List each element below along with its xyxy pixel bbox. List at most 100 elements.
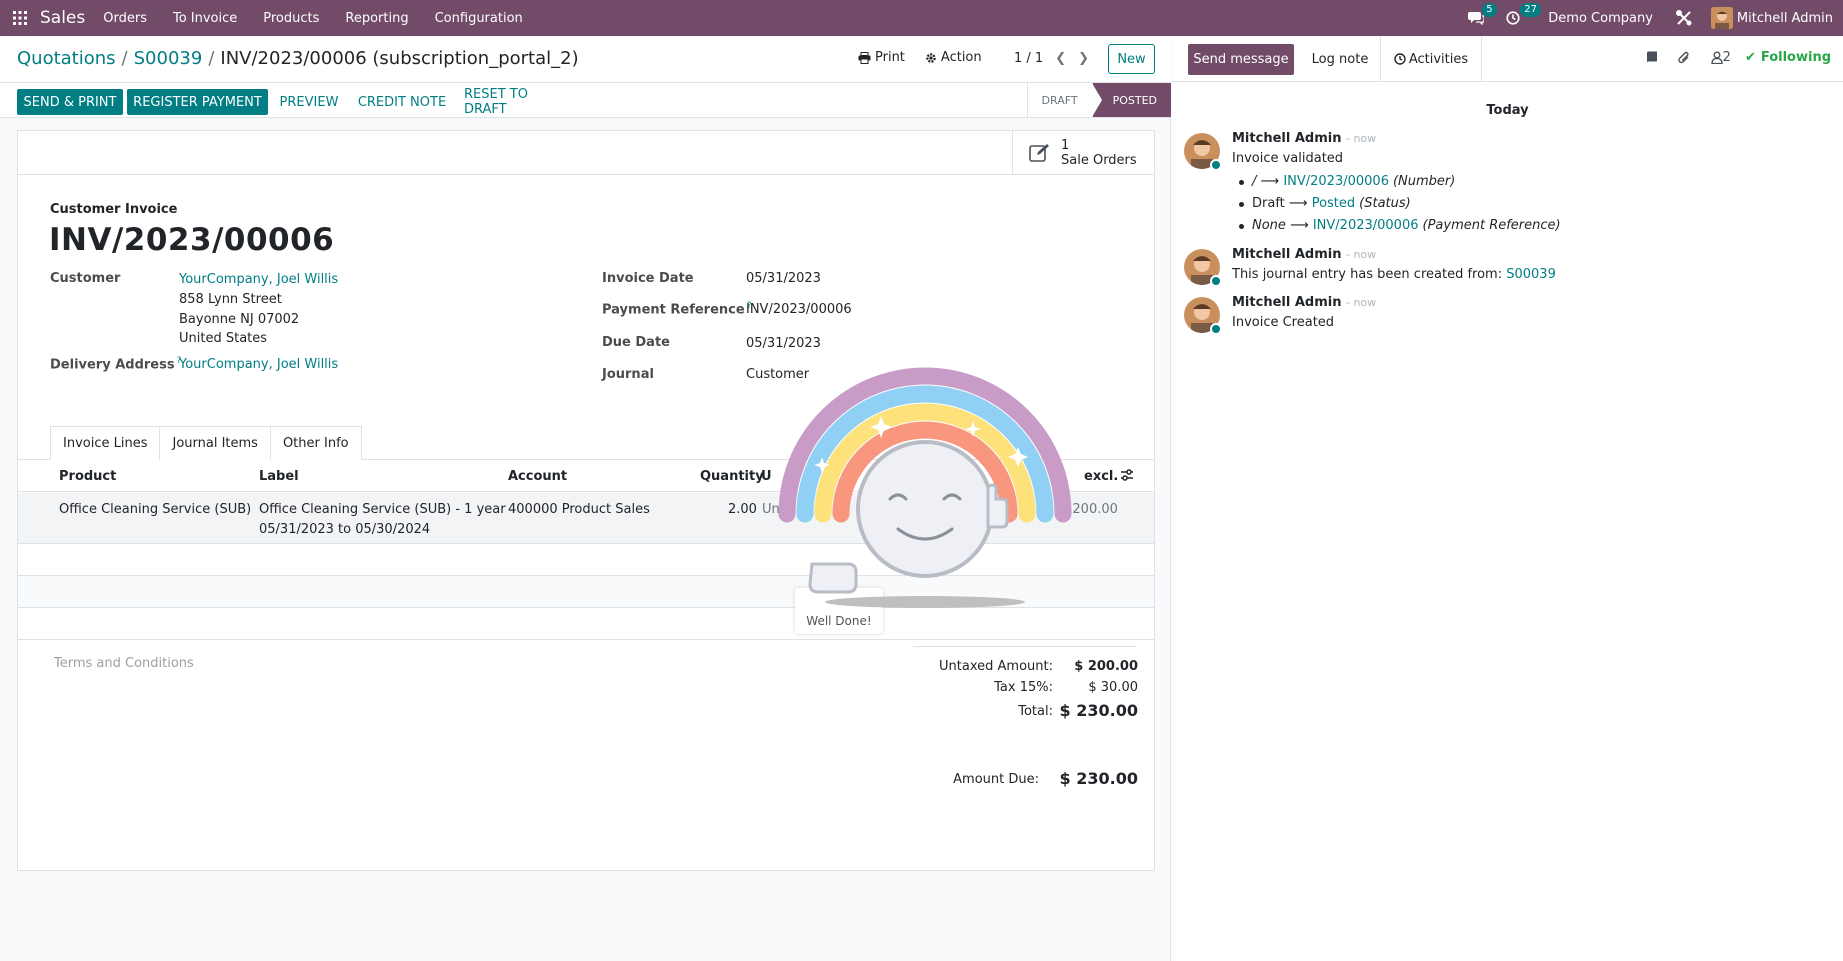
followers-count: 2 [1722, 50, 1731, 65]
breadcrumb: Quotations / S00039/INV/2023/00006 (subscr… [17, 48, 579, 69]
message-time: - now [1345, 296, 1377, 309]
column-subtotal[interactable]: excl. [1084, 469, 1118, 484]
rainbow-man-illustration [770, 359, 1080, 609]
sale-orders-label: Sale Orders [1061, 153, 1137, 168]
apps-menu-icon[interactable] [0, 0, 40, 36]
payment-reference-value[interactable]: INV/2023/00006 [746, 302, 852, 317]
due-date-label: Due Date [602, 335, 670, 350]
menu-to-invoice[interactable]: To Invoice [173, 11, 237, 26]
following-button[interactable]: ✔ Following [1745, 50, 1831, 65]
column-quantity[interactable]: Quantity [700, 469, 764, 484]
tab-invoice-lines[interactable]: Invoice Lines [50, 426, 161, 460]
message-author[interactable]: Mitchell Admin - now [1232, 131, 1376, 146]
action-label: Action [940, 50, 982, 65]
send-print-button[interactable]: SEND & PRINT [17, 89, 123, 115]
total-label: Total: [1018, 704, 1053, 719]
chatter-message: Mitchell Admin - now Invoice validated /… [1184, 131, 1824, 233]
user-icon [1711, 51, 1723, 64]
clock-icon [1506, 11, 1520, 25]
online-status-icon [1210, 159, 1222, 171]
address-line-3: United States [179, 331, 268, 346]
address-line-2: Bayonne NJ 07002 [179, 312, 300, 327]
pager-value[interactable]: 1 / 1 [1014, 51, 1043, 66]
tab-journal-items[interactable]: Journal Items [159, 426, 271, 460]
column-product[interactable]: Product [59, 469, 116, 484]
reset-to-draft-button[interactable]: RESET TO DRAFT [464, 87, 571, 117]
book-icon[interactable] [1646, 51, 1658, 64]
customer-link[interactable]: YourCompany, Joel Willis [179, 272, 338, 287]
document-type: Customer Invoice [50, 202, 178, 217]
print-button[interactable]: Print [858, 50, 905, 65]
breadcrumb-quotations[interactable]: Quotations [17, 48, 116, 69]
delivery-address-link[interactable]: YourCompany, Joel Willis [179, 357, 338, 372]
line-label-1: Office Cleaning Service (SUB) - 1 year [259, 502, 506, 517]
menu-reporting[interactable]: Reporting [345, 11, 408, 26]
activity-menu[interactable]: 27 [1506, 3, 1542, 25]
tax-value: $ 30.00 [1088, 680, 1138, 695]
company-switcher[interactable]: Demo Company [1548, 11, 1653, 26]
new-button[interactable]: New [1108, 44, 1155, 74]
user-name: Mitchell Admin [1736, 10, 1833, 26]
state-draft[interactable]: DRAFT [1026, 83, 1092, 117]
statusbar: SEND & PRINT REGISTER PAYMENT PREVIEW CR… [0, 82, 1171, 118]
chevron-right-icon[interactable]: ❯ [1078, 51, 1089, 66]
empty-row [18, 608, 1154, 640]
customer-label: Customer [50, 271, 121, 286]
breadcrumb-order[interactable]: S00039 [134, 48, 203, 69]
tracking-list: / ⟶ INV/2023/00006 (Number) Draft ⟶ Poste… [1232, 171, 1812, 237]
optional-columns-icon[interactable] [1120, 468, 1134, 486]
messaging-menu[interactable]: 5 [1468, 3, 1497, 25]
user-menu[interactable]: Mitchell Admin [1710, 7, 1833, 29]
tracking-item: / ⟶ INV/2023/00006 (Number) [1232, 171, 1812, 193]
terms-and-conditions-field[interactable]: Terms and Conditions [54, 656, 194, 671]
state-posted: POSTED [1091, 83, 1171, 117]
check-icon: ✔ [1744, 50, 1756, 65]
pager: 1 / 1 ❮ ❯ [1014, 51, 1089, 66]
message-time: - now [1345, 132, 1377, 145]
register-payment-button[interactable]: REGISTER PAYMENT [127, 89, 268, 115]
menu-products[interactable]: Products [263, 11, 319, 26]
followers-button[interactable]: 2 [1711, 50, 1731, 65]
line-product: Office Cleaning Service (SUB) [59, 502, 252, 517]
top-navbar: Sales Orders To Invoice Products Reporti… [0, 0, 1843, 36]
line-label-2: 05/31/2023 to 05/30/2024 [259, 522, 431, 537]
totals-divider [913, 646, 1136, 647]
menu-orders[interactable]: Orders [103, 11, 147, 26]
button-box: 1 Sale Orders [18, 131, 1154, 175]
message-time: - now [1345, 248, 1377, 261]
message-author[interactable]: Mitchell Admin - now [1232, 295, 1376, 310]
debug-tools-icon[interactable] [1675, 9, 1693, 27]
column-label[interactable]: Label [259, 469, 299, 484]
send-message-button[interactable]: Send message [1188, 44, 1294, 75]
chatter-panel: Send message Log note Activities 2 ✔ Fol… [1172, 36, 1843, 961]
app-name[interactable]: Sales [40, 8, 85, 28]
activities-button[interactable]: Activities [1380, 36, 1482, 82]
edit-icon [1029, 144, 1049, 162]
chevron-left-icon[interactable]: ❮ [1055, 51, 1066, 66]
sale-orders-count: 1 [1061, 138, 1070, 153]
control-panel: Quotations / S00039/INV/2023/00006 (subscr… [0, 36, 1171, 82]
credit-note-button[interactable]: CREDIT NOTE [357, 89, 447, 115]
online-status-icon [1210, 323, 1222, 335]
invoice-number: INV/2023/00006 [49, 222, 335, 258]
user-avatar [1710, 7, 1733, 29]
preview-button[interactable]: PREVIEW [278, 89, 340, 115]
source-order-link[interactable]: S00039 [1506, 267, 1556, 282]
invoice-date-value[interactable]: 05/31/2023 [746, 271, 821, 286]
print-label: Print [875, 50, 905, 65]
activities-count-badge: 27 [1520, 3, 1542, 17]
action-button[interactable]: Action [925, 50, 982, 65]
arrow-right-icon: ⟶ [1288, 196, 1308, 211]
print-icon [858, 51, 871, 64]
column-account[interactable]: Account [508, 469, 567, 484]
log-note-button[interactable]: Log note [1300, 44, 1380, 75]
due-date-value[interactable]: 05/31/2023 [746, 336, 821, 351]
sale-orders-smart-button[interactable]: 1 Sale Orders [1012, 131, 1154, 175]
line-quantity: 2.00 [728, 502, 757, 517]
menu-configuration[interactable]: Configuration [435, 11, 523, 26]
message-author[interactable]: Mitchell Admin - now [1232, 247, 1376, 262]
tracking-item: None ⟶ INV/2023/00006 (Payment Reference) [1232, 215, 1812, 237]
tab-other-info[interactable]: Other Info [269, 426, 362, 460]
paperclip-icon[interactable] [1677, 51, 1691, 65]
delivery-address-label: Delivery Address? [50, 356, 182, 373]
